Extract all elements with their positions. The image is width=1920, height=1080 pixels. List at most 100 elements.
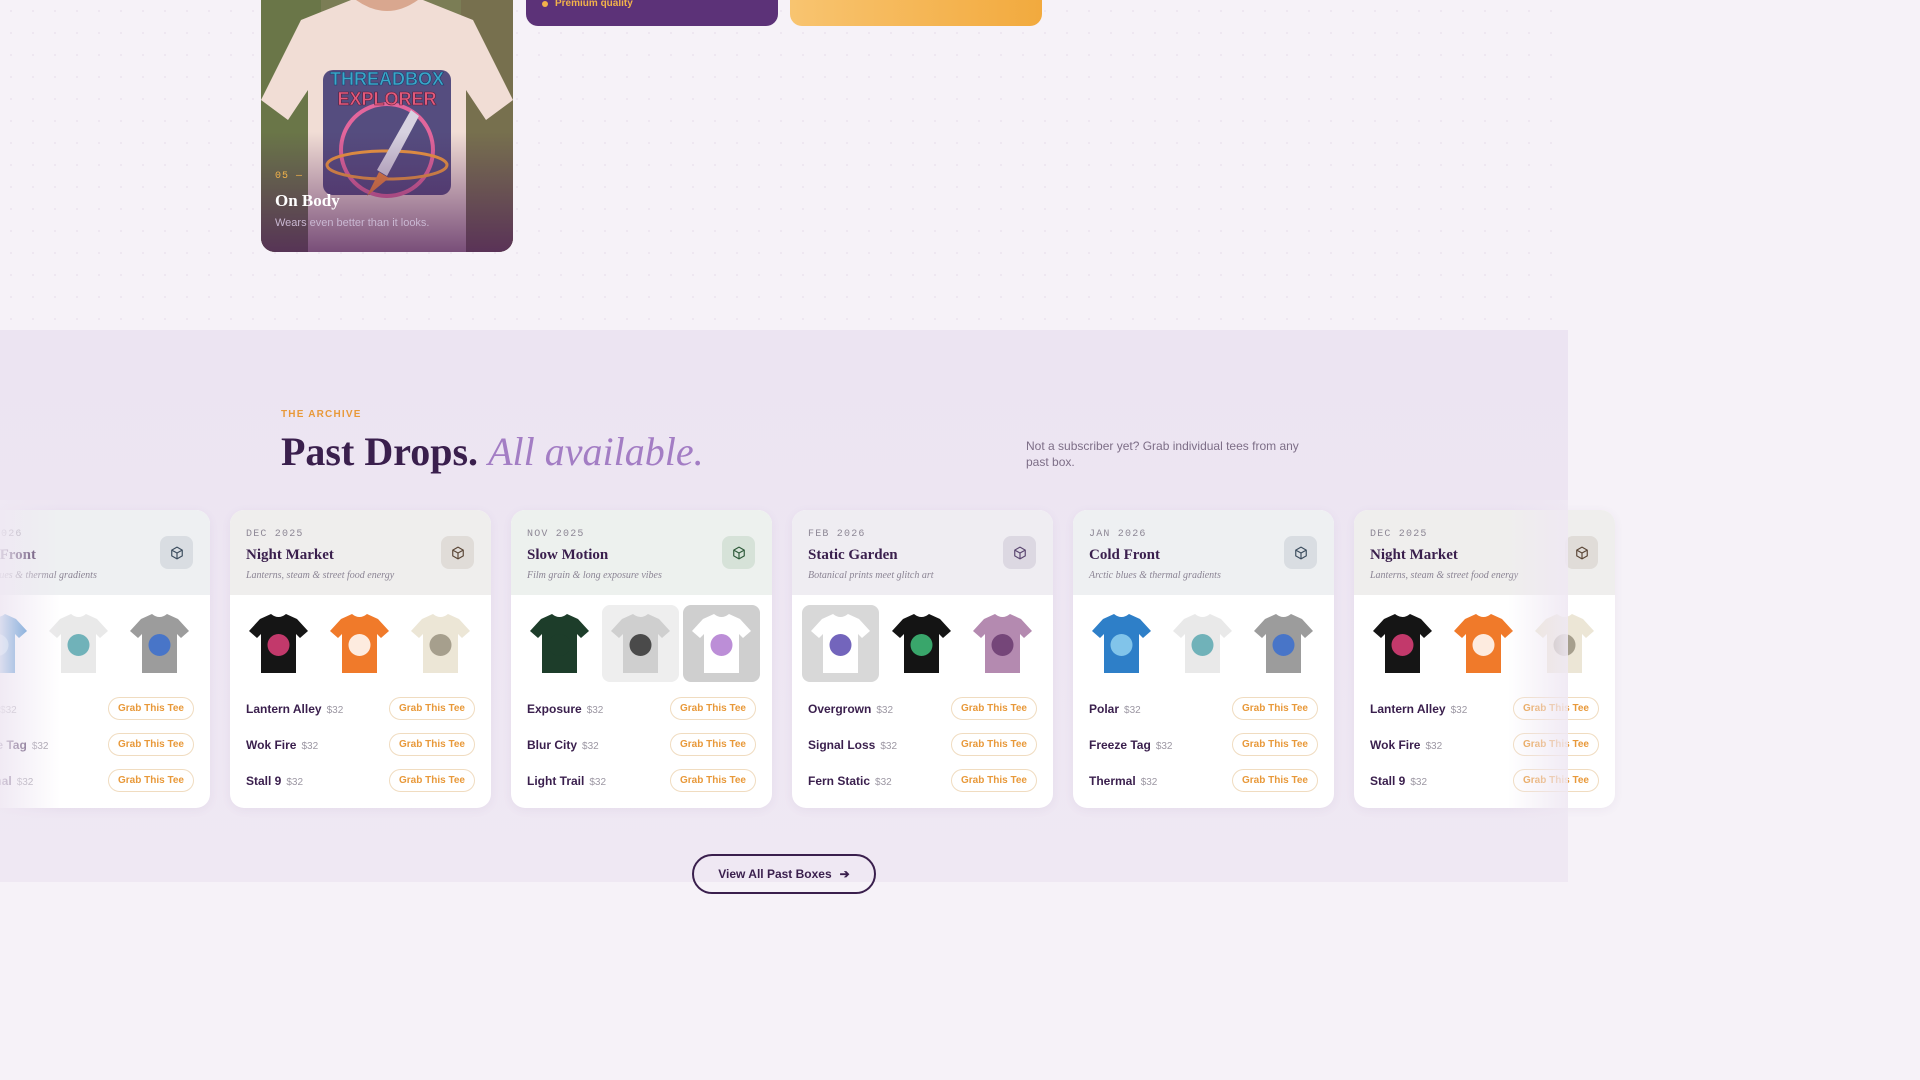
grab-this-tee-button[interactable]: Grab This Tee bbox=[389, 769, 475, 792]
gallery-card-on-body[interactable]: THREADBOX EXPLORER 05 — On Body Wears ev… bbox=[261, 0, 513, 252]
tee-thumbnail[interactable] bbox=[1364, 605, 1441, 682]
tee-price: $32 bbox=[582, 741, 599, 752]
tee-thumbnails bbox=[1083, 605, 1324, 682]
tee-price: $32 bbox=[589, 777, 607, 788]
tee-thumbnail[interactable] bbox=[121, 605, 198, 682]
grab-this-tee-button[interactable]: Grab This Tee bbox=[108, 697, 194, 720]
tee-name-text: Exposure bbox=[527, 702, 582, 716]
page-background bbox=[0, 0, 1568, 330]
gallery-card-premium[interactable]: Premium quality bbox=[526, 0, 778, 26]
tee-item-row: Overgrown $32 Grab This Tee bbox=[808, 697, 1037, 721]
tee-item-row: Thermal $32 Grab This Tee bbox=[1089, 769, 1318, 793]
past-box-card[interactable]: JAN 2026 Cold Front Arctic blues & thermal… bbox=[1073, 510, 1334, 808]
tee-thumbnail[interactable] bbox=[683, 605, 760, 682]
tee-thumbnail[interactable] bbox=[1083, 605, 1160, 682]
tee-name: Overgrown $32 bbox=[808, 702, 893, 716]
tee-thumbnail[interactable] bbox=[883, 605, 960, 682]
tee-name-text: Stall 9 bbox=[1370, 774, 1406, 788]
grab-this-tee-button[interactable]: Grab This Tee bbox=[670, 733, 756, 756]
tee-name-text: Wok Fire bbox=[1370, 738, 1421, 752]
tee-name-text: Blur City bbox=[527, 738, 578, 752]
grab-this-tee-button[interactable]: Grab This Tee bbox=[108, 733, 194, 756]
tee-name-text: Polar bbox=[1089, 702, 1120, 716]
tee-price: $32 bbox=[301, 741, 319, 752]
past-box-date: FEB 2026 bbox=[808, 529, 866, 540]
tee-item-row: Light Trail $32 Grab This Tee bbox=[527, 769, 756, 793]
card-subtitle: Wears even better than it looks. bbox=[275, 217, 430, 229]
past-box-subtitle: Film grain & long exposure vibes bbox=[527, 570, 662, 581]
tee-thumbnail[interactable] bbox=[802, 605, 879, 682]
tee-name: Stall 9 $32 bbox=[1370, 774, 1427, 788]
tee-item-row: Signal Loss $32 Grab This Tee bbox=[808, 733, 1037, 757]
tee-item-row: Exposure $32 Grab This Tee bbox=[527, 697, 756, 721]
past-box-subtitle: Lanterns, steam & street food energy bbox=[1370, 570, 1519, 581]
tee-thumbnail[interactable] bbox=[1164, 605, 1241, 682]
tee-item-row: Freeze Tag $32 Grab This Tee bbox=[1089, 733, 1318, 757]
past-box-subtitle: Lanterns, steam & street food energy bbox=[246, 570, 395, 581]
package-icon bbox=[160, 536, 193, 569]
grab-this-tee-button[interactable]: Grab This Tee bbox=[1232, 769, 1318, 792]
svg-text:EXPLORER: EXPLORER bbox=[337, 89, 436, 108]
tee-price: $32 bbox=[880, 741, 898, 752]
svg-text:THREADBOX: THREADBOX bbox=[330, 69, 444, 89]
past-box-title: Slow Motion bbox=[527, 547, 609, 563]
grab-this-tee-button[interactable]: Grab This Tee bbox=[389, 733, 475, 756]
view-all-label: View All Past Boxes bbox=[718, 867, 832, 881]
card-title: On Body bbox=[275, 191, 340, 210]
tee-thumbnail[interactable] bbox=[240, 605, 317, 682]
tee-item-row: Blur City $32 Grab This Tee bbox=[527, 733, 756, 757]
tee-name: Freeze Tag $32 bbox=[1089, 738, 1173, 752]
tee-thumbnail[interactable] bbox=[521, 605, 598, 682]
past-box-title: Cold Front bbox=[1089, 547, 1160, 563]
card-number: 05 — bbox=[275, 171, 304, 182]
tee-thumbnail[interactable] bbox=[602, 605, 679, 682]
tee-price: $32 bbox=[326, 705, 344, 716]
tee-name: Lantern Alley $32 bbox=[246, 702, 343, 716]
past-box-card[interactable]: DEC 2025 Night Market Lanterns, steam & st… bbox=[1354, 510, 1615, 808]
view-all-past-boxes-button[interactable]: View All Past Boxes ➔ bbox=[692, 854, 876, 894]
grab-this-tee-button[interactable]: Grab This Tee bbox=[670, 697, 756, 720]
tee-price: $32 bbox=[876, 705, 894, 716]
tee-name-text: Stall 9 bbox=[246, 774, 282, 788]
tee-name-text: Lantern Alley bbox=[1370, 702, 1446, 716]
section-headline: Past Drops. All available. bbox=[281, 428, 704, 475]
grab-this-tee-button[interactable]: Grab This Tee bbox=[1232, 733, 1318, 756]
tee-name: Blur City $32 bbox=[527, 738, 599, 752]
arrow-right-icon: ➔ bbox=[839, 867, 850, 881]
grab-this-tee-button[interactable]: Grab This Tee bbox=[951, 769, 1037, 792]
tee-name: Wok Fire $32 bbox=[246, 738, 318, 752]
past-box-card[interactable]: NOV 2025 Slow Motion Film grain & long exp… bbox=[511, 510, 772, 808]
grab-this-tee-button[interactable]: Grab This Tee bbox=[951, 697, 1037, 720]
tee-name: Lantern Alley $32 bbox=[1370, 702, 1467, 716]
tee-name-text: Freeze Tag bbox=[1089, 738, 1151, 752]
tee-name: Exposure $32 bbox=[527, 702, 603, 716]
past-box-card[interactable]: DEC 2025 Night Market Lanterns, steam & st… bbox=[230, 510, 491, 808]
gallery-card-orange[interactable] bbox=[790, 0, 1042, 26]
grab-this-tee-button[interactable]: Grab This Tee bbox=[108, 769, 194, 792]
tee-name: Thermal $32 bbox=[1089, 774, 1157, 788]
grab-this-tee-button[interactable]: Grab This Tee bbox=[1232, 697, 1318, 720]
past-box-card[interactable]: FEB 2026 Static Garden Botanical prints me… bbox=[792, 510, 1053, 808]
package-icon bbox=[722, 536, 755, 569]
tee-price: $32 bbox=[875, 777, 892, 788]
grab-this-tee-button[interactable]: Grab This Tee bbox=[389, 697, 475, 720]
tee-thumbnail[interactable] bbox=[402, 605, 479, 682]
grab-this-tee-button[interactable]: Grab This Tee bbox=[951, 733, 1037, 756]
tee-thumbnail[interactable] bbox=[321, 605, 398, 682]
past-box-date: DEC 2025 bbox=[246, 529, 304, 540]
grab-this-tee-button[interactable]: Grab This Tee bbox=[670, 769, 756, 792]
tee-thumbnail[interactable] bbox=[1245, 605, 1322, 682]
tee-name: Signal Loss $32 bbox=[808, 738, 897, 752]
headline-main: Past Drops. bbox=[281, 429, 479, 474]
tee-thumbnail[interactable] bbox=[964, 605, 1041, 682]
past-box-title: Night Market bbox=[1370, 547, 1458, 563]
section-eyebrow: THE ARCHIVE bbox=[281, 409, 362, 420]
section-side-note: Not a subscriber yet? Grab individual te… bbox=[1026, 439, 1299, 469]
tee-name-text: Light Trail bbox=[527, 774, 585, 788]
tee-name-text: Fern Static bbox=[808, 774, 871, 788]
carousel-fade-left bbox=[0, 500, 60, 820]
tee-item-row: Wok Fire $32 Grab This Tee bbox=[246, 733, 475, 757]
headline-italic: All available. bbox=[488, 429, 704, 474]
tee-name-text: Signal Loss bbox=[808, 738, 876, 752]
past-box-subtitle: Arctic blues & thermal gradients bbox=[1089, 570, 1221, 581]
